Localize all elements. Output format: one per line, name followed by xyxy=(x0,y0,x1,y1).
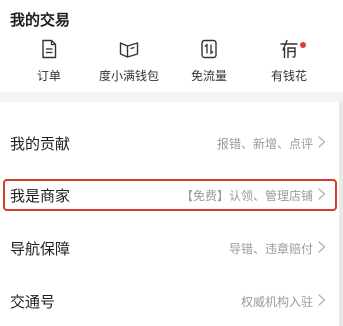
row-navigation-guarantee-subtitle: 导错、违章赔付 xyxy=(228,242,313,256)
trade-shortcuts: 订单 度小满钱包 免流量 有钱花 xyxy=(0,38,343,88)
profile-page: 我的交易 订单 度小满钱包 免流量 有钱花 我的贡献 报错、新增、点评 我是商家… xyxy=(0,0,343,326)
shortcut-data-free[interactable]: 免流量 xyxy=(166,38,252,88)
row-navigation-guarantee[interactable]: 导航保障 导错、违章赔付 xyxy=(0,224,339,274)
chevron-right-icon xyxy=(318,136,326,148)
row-my-contribution-title: 我的贡献 xyxy=(10,135,71,153)
row-my-contribution-subtitle: 报错、新增、点评 xyxy=(216,137,313,151)
loan-badge-dot xyxy=(300,42,306,48)
shortcut-loan[interactable]: 有钱花 xyxy=(246,38,332,88)
row-navigation-guarantee-title: 导航保障 xyxy=(10,240,71,258)
shortcut-wallet-label: 度小满钱包 xyxy=(98,69,159,83)
row-traffic-account[interactable]: 交通号 权威机构入驻 xyxy=(0,277,339,326)
shortcut-order-label: 订单 xyxy=(36,69,61,83)
wallet-icon xyxy=(119,42,139,58)
order-document-icon xyxy=(42,39,57,59)
chevron-right-icon xyxy=(318,241,326,253)
shortcut-data-free-label: 免流量 xyxy=(190,69,227,83)
row-my-contribution[interactable]: 我的贡献 报错、新增、点评 xyxy=(0,119,339,169)
section-divider xyxy=(0,92,343,102)
row-traffic-account-title: 交通号 xyxy=(10,293,56,311)
shortcut-loan-label: 有钱花 xyxy=(270,69,307,83)
merchant-highlight-box xyxy=(3,179,337,211)
shortcut-wallet[interactable]: 度小满钱包 xyxy=(86,38,172,88)
loan-icon xyxy=(280,39,298,59)
shortcut-order[interactable]: 订单 xyxy=(6,38,92,88)
data-free-icon xyxy=(201,39,217,59)
section-title-my-trade: 我的交易 xyxy=(10,11,71,29)
row-traffic-account-subtitle: 权威机构入驻 xyxy=(240,295,313,309)
chevron-right-icon xyxy=(318,294,326,306)
my-trade-card: 我的交易 订单 度小满钱包 免流量 有钱花 xyxy=(0,0,343,92)
right-edge-strip xyxy=(339,102,343,326)
